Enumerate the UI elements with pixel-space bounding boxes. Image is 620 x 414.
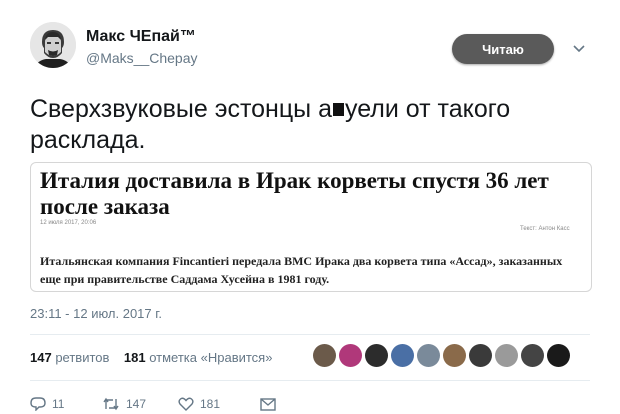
like-count: 181 bbox=[200, 397, 221, 411]
action-bar: 11 147 181 bbox=[30, 397, 276, 411]
likers-avatars bbox=[313, 344, 570, 367]
article-author: Текст: Антон Касс bbox=[520, 226, 570, 232]
avatar[interactable] bbox=[30, 22, 76, 68]
retweets-label: ретвитов bbox=[55, 350, 110, 365]
retweet-icon bbox=[103, 397, 119, 411]
message-icon bbox=[260, 397, 276, 411]
divider bbox=[30, 380, 590, 381]
tweet-text: Сверхзвуковые эстонцы а уели от такого ра… bbox=[30, 94, 590, 156]
reply-icon bbox=[30, 397, 46, 411]
tweet-text-part-1: Сверхзвуковые эстонцы а bbox=[30, 95, 332, 123]
article-title: Италия доставила в Ирак корветы спустя 3… bbox=[40, 168, 549, 219]
liker-avatar[interactable] bbox=[547, 344, 570, 367]
tweet-timestamp[interactable]: 23:11 - 12 июл. 2017 г. bbox=[30, 306, 162, 321]
divider bbox=[30, 334, 590, 335]
likes-label: отметка «Нравится» bbox=[149, 350, 273, 365]
engagement-stats: 147 ретвитов 181 отметка «Нравится» bbox=[30, 350, 272, 365]
heart-icon bbox=[178, 397, 194, 411]
likes-count: 181 bbox=[123, 350, 146, 365]
like-button[interactable]: 181 bbox=[178, 397, 260, 411]
likes-stat[interactable]: 181 отметка «Нравится» bbox=[124, 350, 273, 365]
liker-avatar[interactable] bbox=[469, 344, 492, 367]
article-body: Итальянская компания Fincantieri передал… bbox=[40, 254, 563, 286]
retweet-button[interactable]: 147 bbox=[102, 397, 178, 411]
user-handle[interactable]: @Maks__Chepay bbox=[86, 50, 198, 66]
liker-avatar[interactable] bbox=[521, 344, 544, 367]
direct-message-button[interactable] bbox=[260, 397, 276, 411]
censor-block bbox=[333, 103, 344, 116]
liker-avatar[interactable] bbox=[391, 344, 414, 367]
retweet-count: 147 bbox=[126, 397, 147, 411]
liker-avatar[interactable] bbox=[313, 344, 336, 367]
liker-avatar[interactable] bbox=[365, 344, 388, 367]
reply-button[interactable]: 11 bbox=[30, 397, 102, 411]
chevron-down-icon[interactable] bbox=[572, 44, 586, 54]
retweets-stat[interactable]: 147 ретвитов bbox=[30, 350, 109, 365]
liker-avatar[interactable] bbox=[417, 344, 440, 367]
user-display-name[interactable]: Макс ЧЕпай™ bbox=[86, 28, 196, 46]
retweets-count: 147 bbox=[30, 350, 52, 365]
following-button[interactable]: Читаю bbox=[452, 34, 554, 64]
reply-count: 11 bbox=[52, 397, 65, 411]
article-date: 12 июля 2017, 20:06 bbox=[40, 220, 97, 226]
liker-avatar[interactable] bbox=[443, 344, 466, 367]
liker-avatar[interactable] bbox=[339, 344, 362, 367]
liker-avatar[interactable] bbox=[495, 344, 518, 367]
